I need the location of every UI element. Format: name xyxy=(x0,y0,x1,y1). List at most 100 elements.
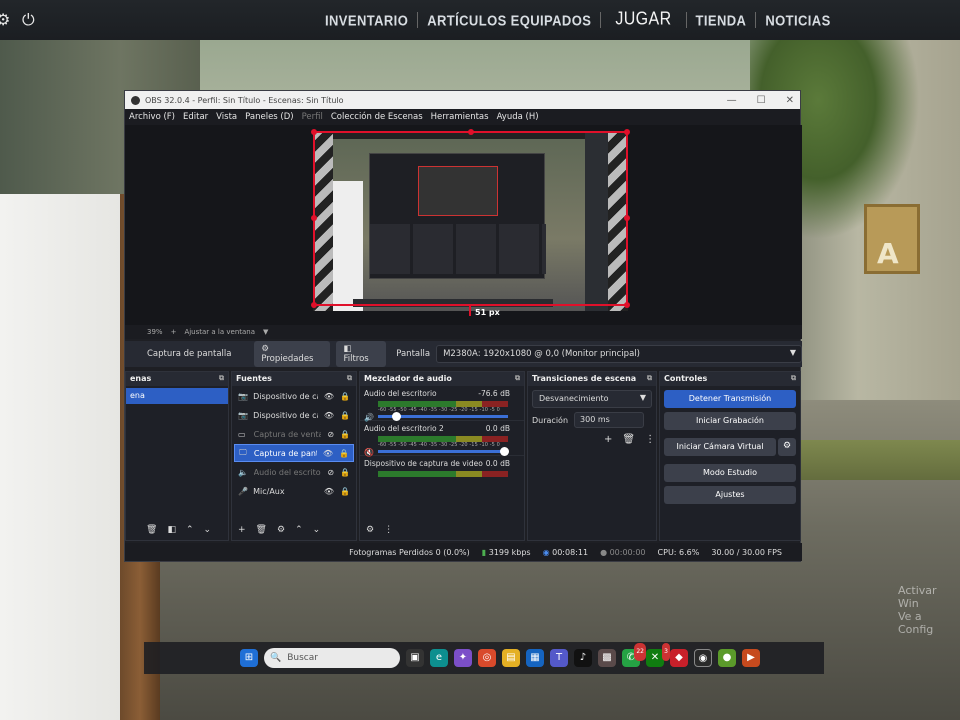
game-app-icon[interactable]: ◆ xyxy=(670,649,688,667)
eye-off-icon[interactable]: ⊘ xyxy=(327,468,334,477)
resize-handle[interactable] xyxy=(311,129,317,135)
resize-handle[interactable] xyxy=(624,302,630,308)
filter-icon[interactable]: ◧ xyxy=(167,525,176,535)
more-icon[interactable]: ⋮ xyxy=(645,434,655,445)
menu-ayuda[interactable]: Ayuda (H) xyxy=(497,112,539,122)
display-select[interactable]: M2380A: 1920x1080 @ 0,0 (Monitor princip… xyxy=(436,345,802,363)
cs2-taskbar-icon[interactable]: ▶ xyxy=(742,649,760,667)
properties-button[interactable]: ⚙ Propiedades xyxy=(254,341,331,367)
whatsapp-icon[interactable]: ✆ 22 xyxy=(622,643,646,667)
lock-icon[interactable]: 🔒 xyxy=(339,449,349,458)
dock-float-icon[interactable]: ⧉ xyxy=(347,374,352,383)
chevron-down-icon[interactable]: ⌄ xyxy=(313,525,321,535)
eye-icon[interactable]: 👁 xyxy=(324,487,334,496)
menu-herramientas[interactable]: Herramientas xyxy=(431,112,489,122)
lock-icon[interactable]: 🔒 xyxy=(340,430,350,439)
start-virtual-camera-button[interactable]: Iniciar Cámara Virtual xyxy=(664,438,776,456)
chevron-up-icon[interactable]: ⌃ xyxy=(295,525,303,535)
add-icon[interactable]: + xyxy=(238,525,246,535)
dock-float-icon[interactable]: ⧉ xyxy=(219,374,224,383)
chevron-up-icon[interactable]: ⌃ xyxy=(186,525,194,535)
obs-preview[interactable]: 51 px xyxy=(125,125,802,325)
eye-icon[interactable]: 👁 xyxy=(323,449,333,458)
gear-icon[interactable]: ⚙ xyxy=(778,438,796,456)
dock-float-icon[interactable]: ⧉ xyxy=(647,374,652,383)
chrome-icon[interactable]: ◎ xyxy=(478,649,496,667)
zoom-fit-label[interactable]: Ajustar a la ventana xyxy=(184,328,255,336)
source-item-selected[interactable]: 🖵 Captura de pantal 👁 🔒 xyxy=(234,444,354,462)
nav-articulos-equipados[interactable]: ARTÍCULOS EQUIPADOS xyxy=(418,11,600,28)
xbox-icon[interactable]: ✕ 3 xyxy=(646,643,670,667)
source-item[interactable]: ▭ Captura de ventar ⊘ 🔒 xyxy=(234,425,354,443)
obs-taskbar-icon[interactable]: ◉ xyxy=(694,649,712,667)
nav-inventario[interactable]: INVENTARIO xyxy=(316,11,417,28)
trash-icon[interactable]: 🗑 xyxy=(146,525,157,535)
eye-off-icon[interactable]: ⊘ xyxy=(327,430,334,439)
nav-tienda[interactable]: TIENDA xyxy=(687,11,756,28)
stop-stream-button[interactable]: Detener Transmisión xyxy=(664,390,796,408)
settings-button[interactable]: Ajustes xyxy=(664,486,796,504)
resize-handle[interactable] xyxy=(311,302,317,308)
teams-icon[interactable]: T xyxy=(550,649,568,667)
gear-icon[interactable]: ⚙ xyxy=(277,525,285,535)
green-app-icon[interactable]: ● xyxy=(718,649,736,667)
copilot-icon[interactable]: ✦ xyxy=(454,649,472,667)
source-selection-box[interactable] xyxy=(311,129,630,308)
menu-editar[interactable]: Editar xyxy=(183,112,208,122)
menu-perfil[interactable]: Perfil xyxy=(302,112,323,122)
studio-mode-button[interactable]: Modo Estudio xyxy=(664,464,796,482)
zoom-percent[interactable]: 39% xyxy=(147,328,163,336)
task-view-icon[interactable]: ▣ xyxy=(406,649,424,667)
tiktok-icon[interactable]: ♪ xyxy=(574,649,592,667)
photos-icon[interactable]: ▩ xyxy=(598,649,616,667)
eye-icon[interactable]: 👁 xyxy=(324,411,334,420)
volume-slider[interactable] xyxy=(378,447,509,456)
dock-float-icon[interactable]: ⧉ xyxy=(515,374,520,383)
transition-select[interactable]: Desvanecimiento ▼ xyxy=(532,390,652,408)
store-icon[interactable]: ▦ xyxy=(526,649,544,667)
volume-slider-thumb[interactable] xyxy=(392,412,401,421)
edge-icon[interactable]: e xyxy=(430,649,448,667)
menu-archivo[interactable]: Archivo (F) xyxy=(129,112,175,122)
plus-icon[interactable]: + xyxy=(171,328,177,336)
lock-icon[interactable]: 🔒 xyxy=(340,487,350,496)
maximize-icon[interactable]: ☐ xyxy=(757,95,766,106)
menu-paneles[interactable]: Paneles (D) xyxy=(245,112,293,122)
volume-slider[interactable] xyxy=(378,412,508,421)
menu-vista[interactable]: Vista xyxy=(216,112,237,122)
gear-icon[interactable]: ⚙ xyxy=(0,10,10,29)
chevron-down-icon[interactable]: ⌄ xyxy=(204,525,212,535)
duration-input[interactable]: 300 ms xyxy=(574,412,645,428)
resize-handle[interactable] xyxy=(624,215,630,221)
start-recording-button[interactable]: Iniciar Grabación xyxy=(664,412,796,430)
eye-icon[interactable]: 👁 xyxy=(324,392,334,401)
windows-start-icon[interactable]: ⊞ xyxy=(240,649,258,667)
dock-float-icon[interactable]: ⧉ xyxy=(791,374,796,383)
nav-jugar[interactable]: JUGAR xyxy=(601,10,685,31)
source-item[interactable]: 📷 Dispositivo de cap 👁 🔒 xyxy=(234,387,354,405)
add-icon[interactable]: + xyxy=(604,434,612,445)
trash-icon[interactable]: 🗑 xyxy=(622,434,635,445)
lock-icon[interactable]: 🔒 xyxy=(340,411,350,420)
filters-button[interactable]: ◧ Filtros xyxy=(336,341,387,367)
file-explorer-icon[interactable]: ▤ xyxy=(502,649,520,667)
taskbar-search[interactable]: 🔍 Buscar xyxy=(264,648,400,668)
resize-handle[interactable] xyxy=(311,215,317,221)
mixer-settings-icon[interactable]: ⚙ xyxy=(366,525,374,535)
resize-handle[interactable] xyxy=(468,129,474,135)
source-item[interactable]: 📷 Dispositivo de cap 👁 🔒 xyxy=(234,406,354,424)
minimize-icon[interactable]: — xyxy=(727,95,737,106)
menu-coleccion-escenas[interactable]: Colección de Escenas xyxy=(331,112,423,122)
close-icon[interactable]: ✕ xyxy=(786,95,794,106)
source-item[interactable]: 🔈 Audio del escritori ⊘ 🔒 xyxy=(234,463,354,481)
volume-slider-thumb[interactable] xyxy=(500,447,509,456)
chevron-down-icon[interactable]: ▼ xyxy=(263,328,268,336)
trash-icon[interactable]: 🗑 xyxy=(256,525,267,535)
lock-icon[interactable]: 🔒 xyxy=(340,468,350,477)
lock-icon[interactable]: 🔒 xyxy=(340,392,350,401)
source-item[interactable]: 🎤 Mic/Aux 👁 🔒 xyxy=(234,482,354,500)
obs-titlebar[interactable]: OBS 32.0.4 - Perfil: Sin Título - Escena… xyxy=(125,91,800,109)
resize-handle[interactable] xyxy=(624,129,630,135)
nav-noticias[interactable]: NOTICIAS xyxy=(756,11,839,28)
scene-list-item[interactable]: ena xyxy=(126,388,228,404)
